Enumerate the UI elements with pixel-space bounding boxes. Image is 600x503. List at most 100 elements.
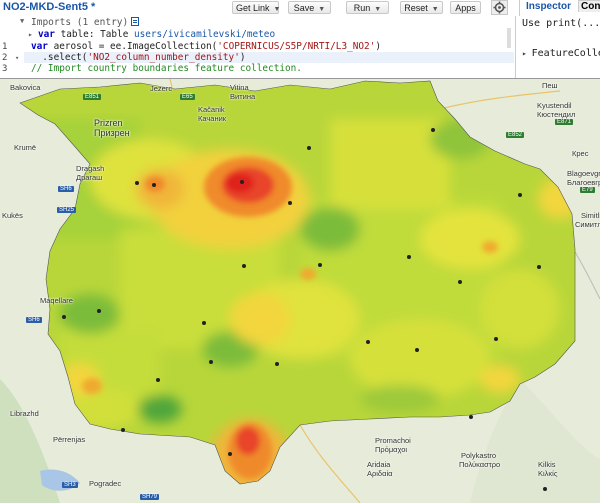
station-marker[interactable] [275,362,279,366]
import-path-link[interactable]: users/ivicamilevski/meteo [134,29,275,40]
station-marker[interactable] [415,348,419,352]
line-number: 1 [2,42,8,52]
code-text: ) [375,41,381,52]
code-call: ee.ImageCollection( [110,41,218,52]
station-marker[interactable] [407,255,411,259]
station-marker[interactable] [458,280,462,284]
console-output-row[interactable]: ▸ FeatureCollect [522,48,600,59]
station-marker[interactable] [97,309,101,313]
station-marker[interactable] [156,378,160,382]
map-label: Драгаш [76,173,103,182]
station-marker[interactable] [431,128,435,132]
settings-button[interactable] [491,0,508,15]
reset-button[interactable]: Reset ▼ [400,1,443,14]
map-label: Качаник [198,114,227,123]
map-view[interactable]: Bakovica Jezerc Vitina Витина Kačanik Ка… [0,78,600,503]
map-label: Maqellare [40,296,73,305]
document-icon[interactable] [131,17,140,26]
console-panel: Use print(...) t ▸ FeatureCollect [516,16,600,78]
code-text: aerosol = [47,41,111,52]
map-label: Симитли [575,220,600,229]
station-marker[interactable] [209,360,213,364]
map-label: Përrenjas [53,435,86,444]
map-label: Призрен [94,128,130,138]
map-label: Bakovica [10,83,41,92]
map-label: Promachoi [375,436,411,445]
right-panel-tabs: Inspector Cons [519,0,600,16]
station-marker[interactable] [494,337,498,341]
station-marker[interactable] [242,264,246,268]
map-label: Kukës [2,211,23,220]
console-output-label: FeatureCollect [531,48,600,59]
chevron-down-icon: ▼ [318,6,326,13]
road-shield: E851 [83,94,102,100]
map-label: Крес [572,149,589,158]
tab-inspector[interactable]: Inspector [526,1,571,12]
map-label: Κιλκίς [538,469,558,478]
station-marker[interactable] [152,183,156,187]
map-label: Πρόμαχοι [375,445,408,454]
fold-line-icon[interactable]: ▾ [15,54,19,62]
map-label: Librazhd [10,409,39,418]
road-shield: E79 [580,187,595,193]
code-line-1[interactable]: var aerosol = ee.ImageCollection('COPERN… [31,41,381,52]
expand-arrow-icon[interactable]: ▸ [522,49,532,58]
imports-header[interactable]: Imports (1 entry) [31,17,140,28]
chevron-down-icon: ▼ [374,6,382,13]
save-label: Save [293,3,315,13]
road-shield: SH25 [57,207,77,213]
road-shield: SH3 [62,482,78,488]
station-marker[interactable] [318,263,322,267]
run-button[interactable]: Run ▼ [346,1,389,14]
script-title[interactable]: NO2-MKD-Sent5 * [3,1,95,13]
line-number: 2 [2,53,8,63]
station-marker[interactable] [228,452,232,456]
map-label: Blagoevgr [567,169,600,178]
tab-console[interactable]: Cons [578,0,600,12]
station-marker[interactable] [240,180,244,184]
code-text: .select( [31,52,88,63]
code-line-3[interactable]: // Import country boundaries feature col… [31,63,302,74]
collapse-imports-icon[interactable]: ▼ [20,17,24,25]
save-button[interactable]: Save ▼ [288,1,331,14]
station-marker[interactable] [307,146,311,150]
station-marker[interactable] [543,487,547,491]
editor-scrollbar[interactable] [507,28,511,48]
map-label: Кюстендил [537,110,576,119]
road-shield: E65 [180,94,195,100]
road-shield: E852 [506,132,525,138]
code-line-2[interactable]: .select('NO2_column_number_density') [31,52,245,63]
map-canvas[interactable] [0,79,600,503]
station-marker[interactable] [135,181,139,185]
map-label: Aridaia [367,460,391,469]
code-editor[interactable]: ▼ Imports (1 entry) ▸ var table: Table u… [0,16,516,78]
station-marker[interactable] [537,265,541,269]
top-toolbar: NO2-MKD-Sent5 * Get Link ▼ Save ▼ Run ▼ Res… [0,0,600,17]
get-link-button[interactable]: Get Link ▼ [232,1,280,14]
station-marker[interactable] [121,428,125,432]
map-label: Kilkis [538,460,556,469]
apps-label: Apps [455,3,476,13]
reset-label: Reset [404,3,428,13]
map-label: Jezerc [150,84,173,93]
station-marker[interactable] [366,340,370,344]
apps-button[interactable]: Apps [450,1,481,14]
expand-import-icon[interactable]: ▸ [28,30,33,39]
map-label: Πολύκαστρο [459,460,501,469]
map-label: Simitli [581,211,600,220]
code-string: 'COPERNICUS/S5P/NRTI/L3_NO2' [217,41,376,52]
map-label: Пеш [542,81,558,90]
map-label: Vitina [230,83,249,92]
map-label: Kačanik [198,105,225,114]
station-marker[interactable] [518,193,522,197]
import-kw: var [38,29,55,40]
road-shield: SH6 [26,317,42,323]
station-marker[interactable] [469,415,473,419]
station-marker[interactable] [62,315,66,319]
code-string: 'NO2_column_number_density' [87,52,240,63]
road-shield: SH6 [58,186,74,192]
import-table-line[interactable]: var table: Table users/ivicamilevski/met… [38,29,275,40]
station-marker[interactable] [202,321,206,325]
import-rest: : Table [88,29,134,40]
station-marker[interactable] [288,201,292,205]
